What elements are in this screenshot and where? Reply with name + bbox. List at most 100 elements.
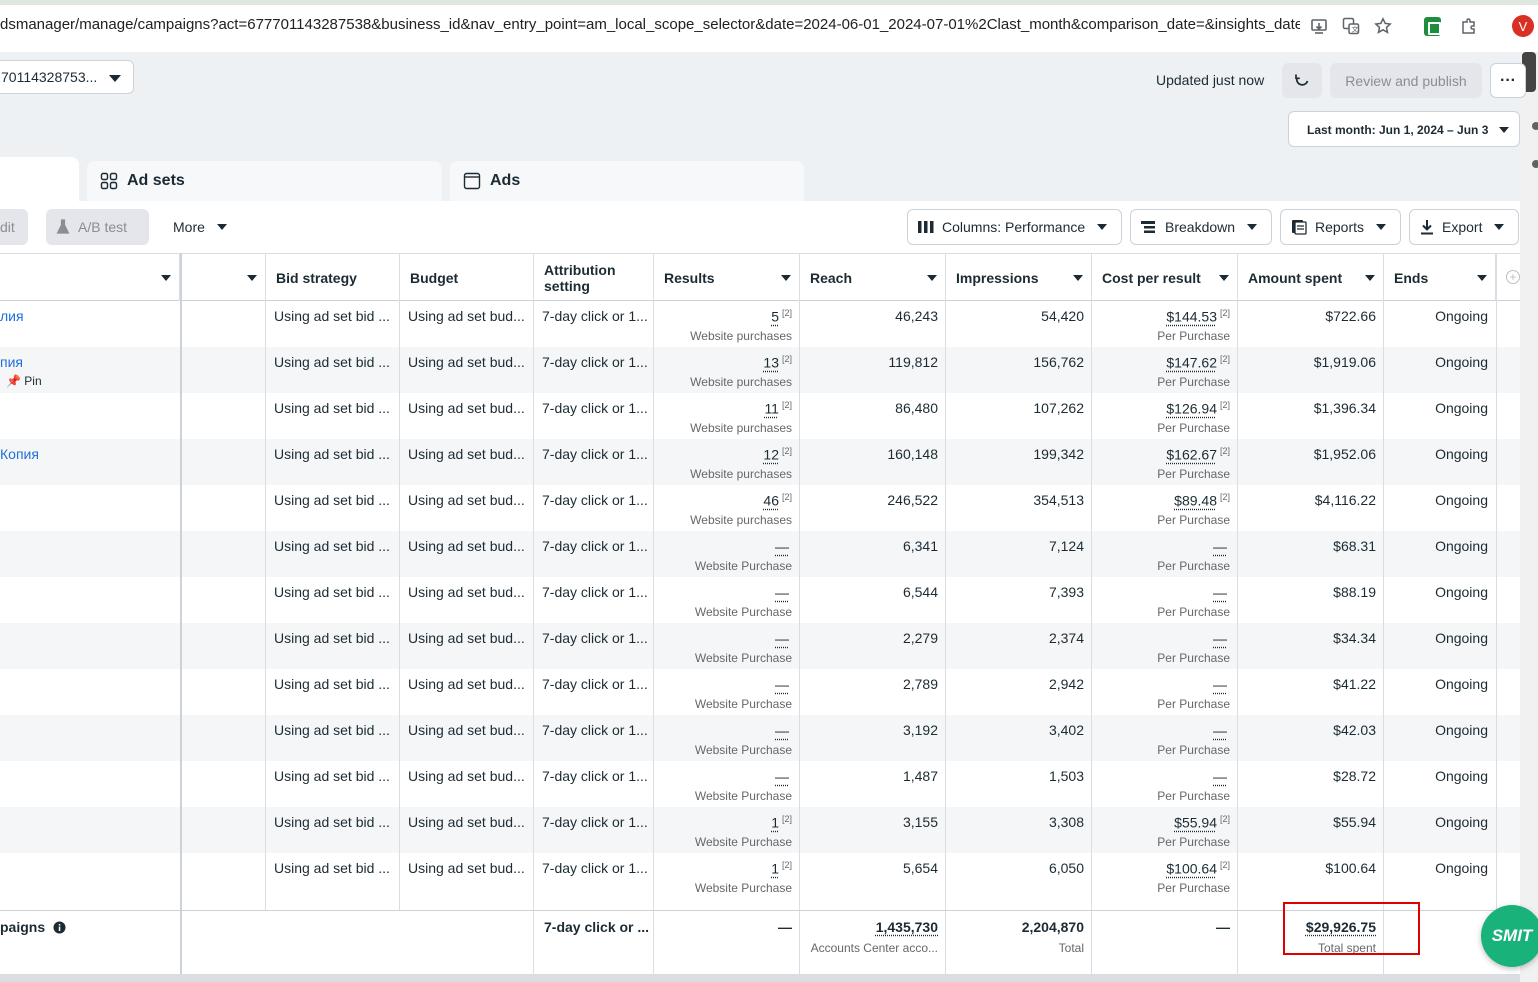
table-row[interactable]: пия 📌 Pin Using ad set bid ... Using ad … bbox=[0, 347, 1520, 393]
table-row[interactable]: Using ad set bid ... Using ad set bud...… bbox=[0, 393, 1520, 439]
translate-icon[interactable]: 文 bbox=[1340, 15, 1362, 37]
results-value[interactable]: 46 bbox=[763, 493, 779, 509]
info-icon[interactable] bbox=[53, 921, 66, 934]
edit-button[interactable]: dit bbox=[0, 209, 28, 245]
col-header-cost-per-result[interactable]: Cost per result bbox=[1092, 254, 1238, 301]
name-cell[interactable] bbox=[0, 623, 180, 669]
cost-per-result-footnote: [2] bbox=[1219, 308, 1230, 318]
cost-per-result-value[interactable]: $144.53 bbox=[1166, 309, 1217, 325]
results-value[interactable]: — bbox=[775, 631, 789, 647]
reports-button[interactable]: Reports bbox=[1280, 209, 1401, 245]
address-bar[interactable]: dsmanager/manage/campaigns?act=677701143… bbox=[0, 16, 1300, 33]
table-row[interactable]: Копия Using ad set bid ... Using ad set … bbox=[0, 439, 1520, 485]
results-value[interactable]: — bbox=[775, 539, 789, 555]
ad-set-name-link[interactable]: пия bbox=[0, 354, 23, 370]
table-row[interactable]: Using ad set bid ... Using ad set bud...… bbox=[0, 623, 1520, 669]
results-value[interactable]: 1 bbox=[771, 861, 779, 877]
bookmark-star-icon[interactable] bbox=[1372, 15, 1394, 37]
cost-per-result-value[interactable]: $55.94 bbox=[1174, 815, 1217, 831]
results-value[interactable]: 5 bbox=[771, 309, 779, 325]
cost-per-result-value[interactable]: — bbox=[1213, 723, 1227, 739]
name-cell[interactable] bbox=[0, 807, 180, 853]
col-header-name[interactable] bbox=[0, 254, 180, 301]
results-value[interactable]: — bbox=[775, 769, 789, 785]
table-row[interactable]: лия Using ad set bid ... Using ad set bu… bbox=[0, 301, 1520, 347]
col-header-delivery[interactable] bbox=[182, 254, 266, 301]
name-cell[interactable] bbox=[0, 393, 180, 439]
name-cell[interactable] bbox=[0, 761, 180, 807]
add-column-icon[interactable]: + bbox=[1506, 270, 1520, 284]
results-value[interactable]: 11 bbox=[764, 401, 779, 417]
profile-avatar[interactable]: V bbox=[1512, 15, 1534, 37]
pin-label[interactable]: 📌 Pin bbox=[6, 374, 42, 388]
columns-button[interactable]: Columns: Performance bbox=[907, 209, 1122, 245]
col-header-impressions[interactable]: Impressions bbox=[946, 254, 1092, 301]
name-cell[interactable]: пия 📌 Pin bbox=[0, 347, 180, 393]
table-row[interactable]: Using ad set bid ... Using ad set bud...… bbox=[0, 807, 1520, 853]
col-header-budget[interactable]: Budget bbox=[400, 254, 534, 301]
results-value[interactable]: 1 bbox=[771, 815, 779, 831]
cost-per-result-value[interactable]: $126.94 bbox=[1166, 401, 1217, 417]
review-and-publish-button[interactable]: Review and publish bbox=[1330, 63, 1482, 98]
ab-test-button[interactable]: A/B test bbox=[46, 209, 149, 245]
col-header-ends[interactable]: Ends bbox=[1384, 254, 1496, 301]
cost-per-result-value[interactable]: — bbox=[1213, 585, 1227, 601]
page-scrollbar[interactable] bbox=[1520, 52, 1538, 982]
name-cell[interactable] bbox=[0, 531, 180, 577]
reach-value: 46,243 bbox=[895, 308, 938, 324]
table-row[interactable]: Using ad set bid ... Using ad set bud...… bbox=[0, 715, 1520, 761]
cost-per-result-value[interactable]: $100.64 bbox=[1166, 861, 1217, 877]
results-value[interactable]: — bbox=[775, 677, 789, 693]
table-row[interactable]: Using ad set bid ... Using ad set bud...… bbox=[0, 485, 1520, 531]
tab-campaigns[interactable] bbox=[0, 157, 79, 201]
results-value[interactable]: 12 bbox=[763, 447, 779, 463]
name-cell[interactable] bbox=[0, 577, 180, 623]
name-cell[interactable] bbox=[0, 715, 180, 761]
table-row[interactable]: Using ad set bid ... Using ad set bud...… bbox=[0, 577, 1520, 623]
date-range-picker[interactable]: Last month: Jun 1, 2024 – Jun 3 bbox=[1288, 111, 1520, 147]
ad-set-name-link[interactable]: Копия bbox=[0, 446, 39, 462]
sheets-extension-icon[interactable] bbox=[1424, 17, 1441, 36]
cost-per-result-value[interactable]: $147.62 bbox=[1166, 355, 1217, 371]
table-row[interactable]: Using ad set bid ... Using ad set bud...… bbox=[0, 761, 1520, 807]
name-cell[interactable]: Копия bbox=[0, 439, 180, 485]
name-cell[interactable] bbox=[0, 485, 180, 531]
cost-per-result-value[interactable]: — bbox=[1213, 539, 1227, 555]
summary-reach[interactable]: 1,435,730 bbox=[876, 919, 938, 935]
col-header-bid-strategy[interactable]: Bid strategy bbox=[266, 254, 400, 301]
col-header-reach[interactable]: Reach bbox=[800, 254, 946, 301]
install-app-icon[interactable] bbox=[1308, 15, 1330, 37]
more-options-button[interactable]: ··· bbox=[1490, 63, 1526, 98]
refresh-button[interactable] bbox=[1282, 63, 1322, 98]
tab-ad-sets[interactable]: Ad sets bbox=[87, 161, 442, 201]
cost-per-result-value[interactable]: $162.67 bbox=[1166, 447, 1217, 463]
export-button[interactable]: Export bbox=[1409, 209, 1519, 245]
table-row[interactable]: Using ad set bid ... Using ad set bud...… bbox=[0, 669, 1520, 715]
grid-icon bbox=[99, 171, 119, 191]
budget-value: Using ad set bud... bbox=[408, 400, 525, 416]
cost-per-result-value[interactable]: — bbox=[1213, 769, 1227, 785]
col-header-results[interactable]: Results bbox=[654, 254, 800, 301]
extensions-puzzle-icon[interactable] bbox=[1458, 15, 1480, 37]
results-value[interactable]: — bbox=[775, 585, 789, 601]
col-header-amount-spent[interactable]: Amount spent bbox=[1238, 254, 1384, 301]
table-row[interactable]: Using ad set bid ... Using ad set bud...… bbox=[0, 531, 1520, 577]
breakdown-button[interactable]: Breakdown bbox=[1130, 209, 1272, 245]
col-header-attribution[interactable]: Attribution setting bbox=[534, 254, 654, 301]
account-selector[interactable]: 70114328753... bbox=[0, 60, 134, 94]
name-cell[interactable] bbox=[0, 853, 180, 899]
name-cell[interactable] bbox=[0, 669, 180, 715]
results-value[interactable]: 13 bbox=[763, 355, 779, 371]
more-button[interactable]: More bbox=[163, 209, 237, 245]
name-cell[interactable]: лия bbox=[0, 301, 180, 347]
results-value[interactable]: — bbox=[775, 723, 789, 739]
cost-per-result-value[interactable]: $89.48 bbox=[1174, 493, 1217, 509]
ad-set-name-link[interactable]: лия bbox=[0, 308, 24, 324]
cost-per-result-value[interactable]: — bbox=[1213, 631, 1227, 647]
table-row[interactable]: Using ad set bid ... Using ad set bud...… bbox=[0, 853, 1520, 899]
smit-badge[interactable]: SMIT bbox=[1481, 905, 1538, 967]
tab-ads[interactable]: Ads bbox=[450, 161, 804, 201]
cost-per-result-value[interactable]: — bbox=[1213, 677, 1227, 693]
cost-per-result-footnote: [2] bbox=[1219, 814, 1230, 824]
horizontal-scrollbar[interactable] bbox=[0, 974, 1520, 982]
